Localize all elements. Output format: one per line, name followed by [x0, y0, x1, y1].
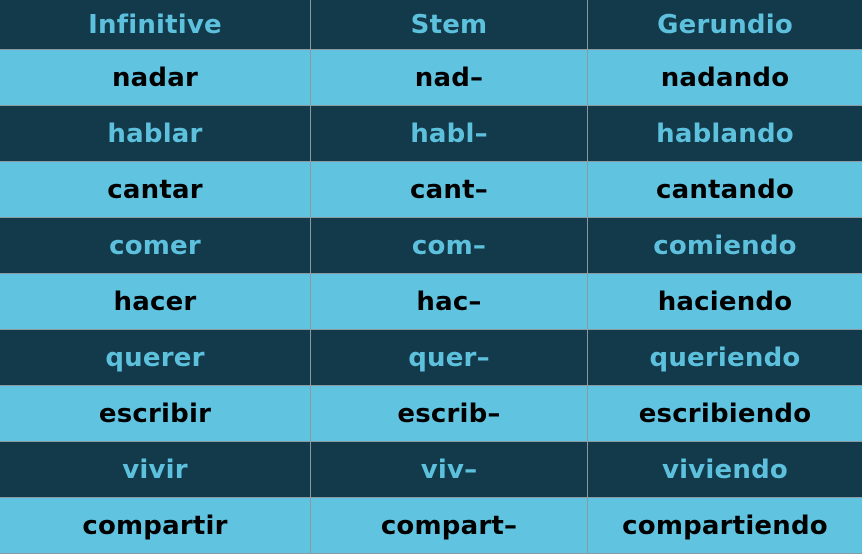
header-infinitive: Infinitive	[0, 0, 311, 50]
stem-cell: quer–	[311, 330, 588, 386]
infinitive-cell: querer	[0, 330, 311, 386]
infinitive-cell: escribir	[0, 386, 311, 442]
gerund-conjugation-table: Infinitive Stem Gerundio nadar nad– nada…	[0, 0, 862, 554]
gerundio-cell: nadando	[588, 50, 862, 106]
gerundio-cell: queriendo	[588, 330, 862, 386]
infinitive-cell: compartir	[0, 498, 311, 554]
stem-cell: cant–	[311, 162, 588, 218]
stem-cell: nad–	[311, 50, 588, 106]
gerundio-cell: comiendo	[588, 218, 862, 274]
stem-cell: com–	[311, 218, 588, 274]
gerundio-cell: haciendo	[588, 274, 862, 330]
infinitive-cell: hacer	[0, 274, 311, 330]
gerundio-cell: cantando	[588, 162, 862, 218]
gerundio-cell: escribiendo	[588, 386, 862, 442]
infinitive-cell: vivir	[0, 442, 311, 498]
header-gerundio: Gerundio	[588, 0, 862, 50]
infinitive-cell: cantar	[0, 162, 311, 218]
stem-cell: viv–	[311, 442, 588, 498]
header-stem: Stem	[311, 0, 588, 50]
infinitive-cell: hablar	[0, 106, 311, 162]
stem-cell: escrib–	[311, 386, 588, 442]
stem-cell: compart–	[311, 498, 588, 554]
stem-cell: hac–	[311, 274, 588, 330]
gerundio-cell: hablando	[588, 106, 862, 162]
stem-cell: habl–	[311, 106, 588, 162]
infinitive-cell: comer	[0, 218, 311, 274]
infinitive-cell: nadar	[0, 50, 311, 106]
gerundio-cell: compartiendo	[588, 498, 862, 554]
gerundio-cell: viviendo	[588, 442, 862, 498]
